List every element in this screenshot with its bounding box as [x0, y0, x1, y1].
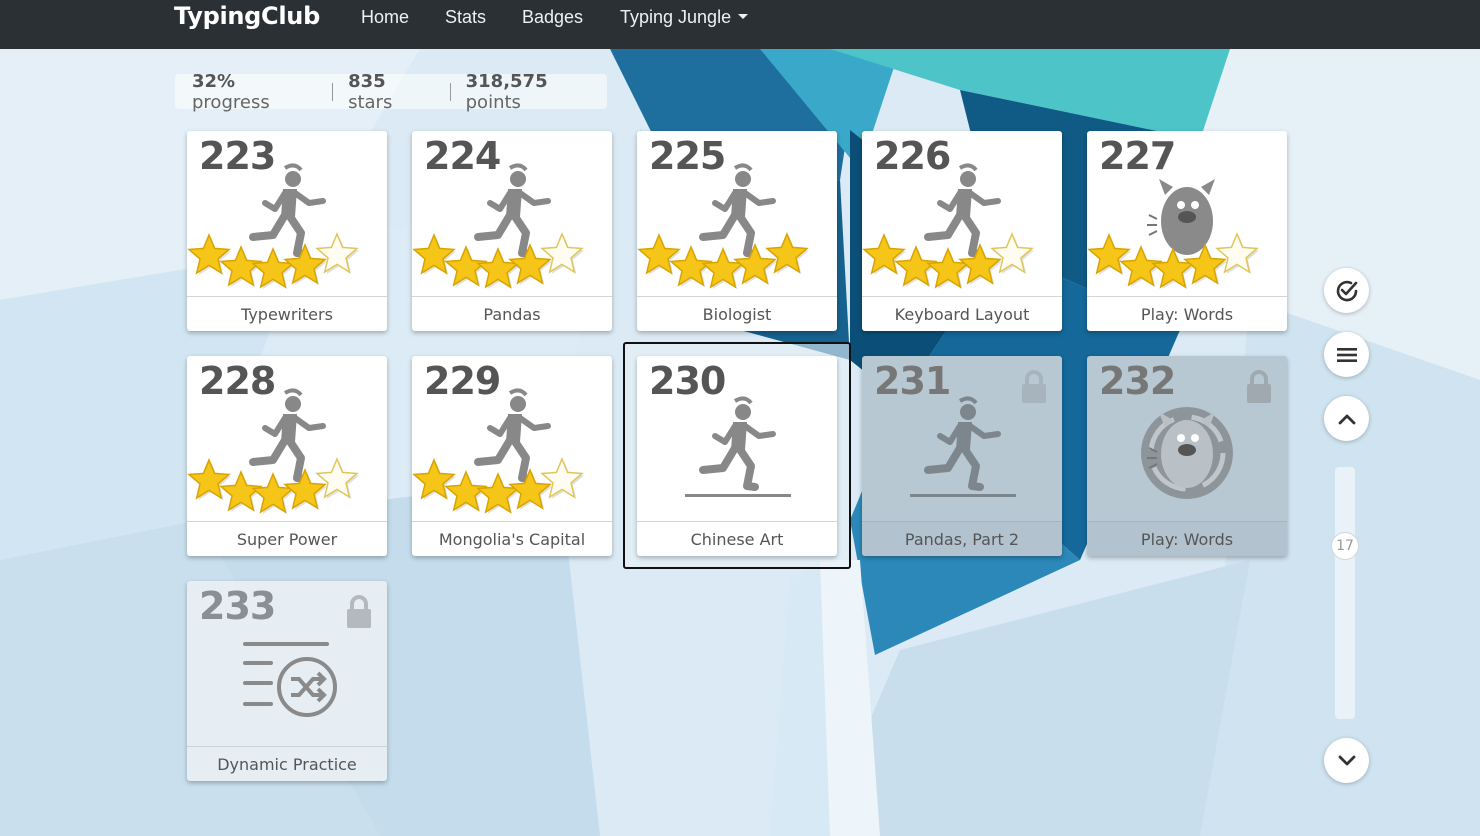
lesson-name: Play: Words	[1087, 521, 1287, 556]
lesson-name: Dynamic Practice	[187, 746, 387, 781]
divider	[449, 82, 451, 101]
lesson-card-230[interactable]: 230 Chinese Art	[637, 356, 837, 556]
runner-icon	[637, 163, 809, 289]
lesson-name: Mongolia's Capital	[412, 521, 612, 556]
lesson-card-228[interactable]: 228 Super Power	[187, 356, 387, 556]
scroll-up-button[interactable]	[1324, 396, 1369, 441]
lesson-card-224[interactable]: 224 Pandas	[412, 131, 612, 331]
divider	[332, 82, 334, 101]
points-label: points	[465, 91, 521, 113]
lesson-card-232[interactable]: 232 Play: Words	[1087, 356, 1287, 556]
scroll-down-button[interactable]	[1324, 738, 1369, 783]
lesson-name: Pandas, Part 2	[862, 521, 1062, 556]
lesson-name: Typewriters	[187, 296, 387, 331]
menu-button[interactable]	[1324, 332, 1369, 377]
scroll-track[interactable]	[1335, 467, 1355, 719]
ground-line	[685, 494, 791, 497]
nav-home-link[interactable]: Home	[361, 7, 409, 28]
lock-icon	[1247, 370, 1271, 403]
runner-icon	[862, 163, 1034, 289]
ground-line	[910, 494, 1016, 497]
runner-icon	[412, 388, 584, 514]
lesson-card-233[interactable]: 233 Dynamic Practice	[187, 581, 387, 781]
top-navbar: TypingClub Home Stats Badges Typing Jung…	[0, 0, 1480, 49]
lesson-name: Biologist	[637, 296, 837, 331]
lesson-name: Keyboard Layout	[862, 296, 1062, 331]
lesson-name: Chinese Art	[637, 521, 837, 556]
lesson-card-226[interactable]: 226 Keyboard Layout	[862, 131, 1062, 331]
points-value: 318,575	[465, 70, 548, 92]
runner-icon	[412, 163, 584, 289]
lesson-card-229[interactable]: 229 Mongolia's Capital	[412, 356, 612, 556]
menu-icon	[1336, 347, 1357, 362]
lock-icon	[1022, 370, 1046, 403]
stars-value: 835	[348, 70, 386, 92]
lock-icon	[347, 595, 371, 628]
stars-stat: 835 stars	[348, 71, 435, 113]
nav-stats-link[interactable]: Stats	[445, 7, 486, 28]
progress-stat: 32% progress	[192, 71, 317, 113]
monster-icon	[1087, 179, 1259, 289]
lesson-card-227[interactable]: 227 Play: Words	[1087, 131, 1287, 331]
lesson-card-231[interactable]: 231 Pandas, Part 2	[862, 356, 1062, 556]
lesson-name: Super Power	[187, 521, 387, 556]
lesson-card-223[interactable]: 223 Typewriters	[187, 131, 387, 331]
dropdown-label: Typing Jungle	[620, 7, 732, 27]
nav-badges-link[interactable]: Badges	[522, 7, 583, 28]
caret-down-icon	[738, 13, 749, 19]
check-progress-button[interactable]	[1324, 268, 1369, 313]
lesson-card-225[interactable]: 225 Biologist	[637, 131, 837, 331]
lesson-name: Pandas	[412, 296, 612, 331]
scroll-thumb[interactable]: 17	[1331, 532, 1359, 560]
runner-icon	[187, 388, 359, 514]
nav-typing-jungle-dropdown[interactable]: Typing Jungle	[620, 7, 749, 28]
progress-value: 32%	[192, 70, 236, 92]
check-icon	[1336, 280, 1357, 301]
progress-label: progress	[192, 91, 270, 113]
runner-icon	[187, 163, 359, 289]
points-stat: 318,575 points	[466, 71, 607, 113]
brand-logo[interactable]: TypingClub	[174, 2, 320, 30]
chevron-down-icon	[1338, 755, 1355, 765]
chevron-up-icon	[1338, 414, 1355, 424]
stars-label: stars	[348, 91, 393, 113]
progress-stats-bar: 32% progress 835 stars 318,575 points	[175, 71, 607, 113]
runner-icon	[685, 396, 791, 497]
lesson-name: Play: Words	[1087, 296, 1287, 331]
